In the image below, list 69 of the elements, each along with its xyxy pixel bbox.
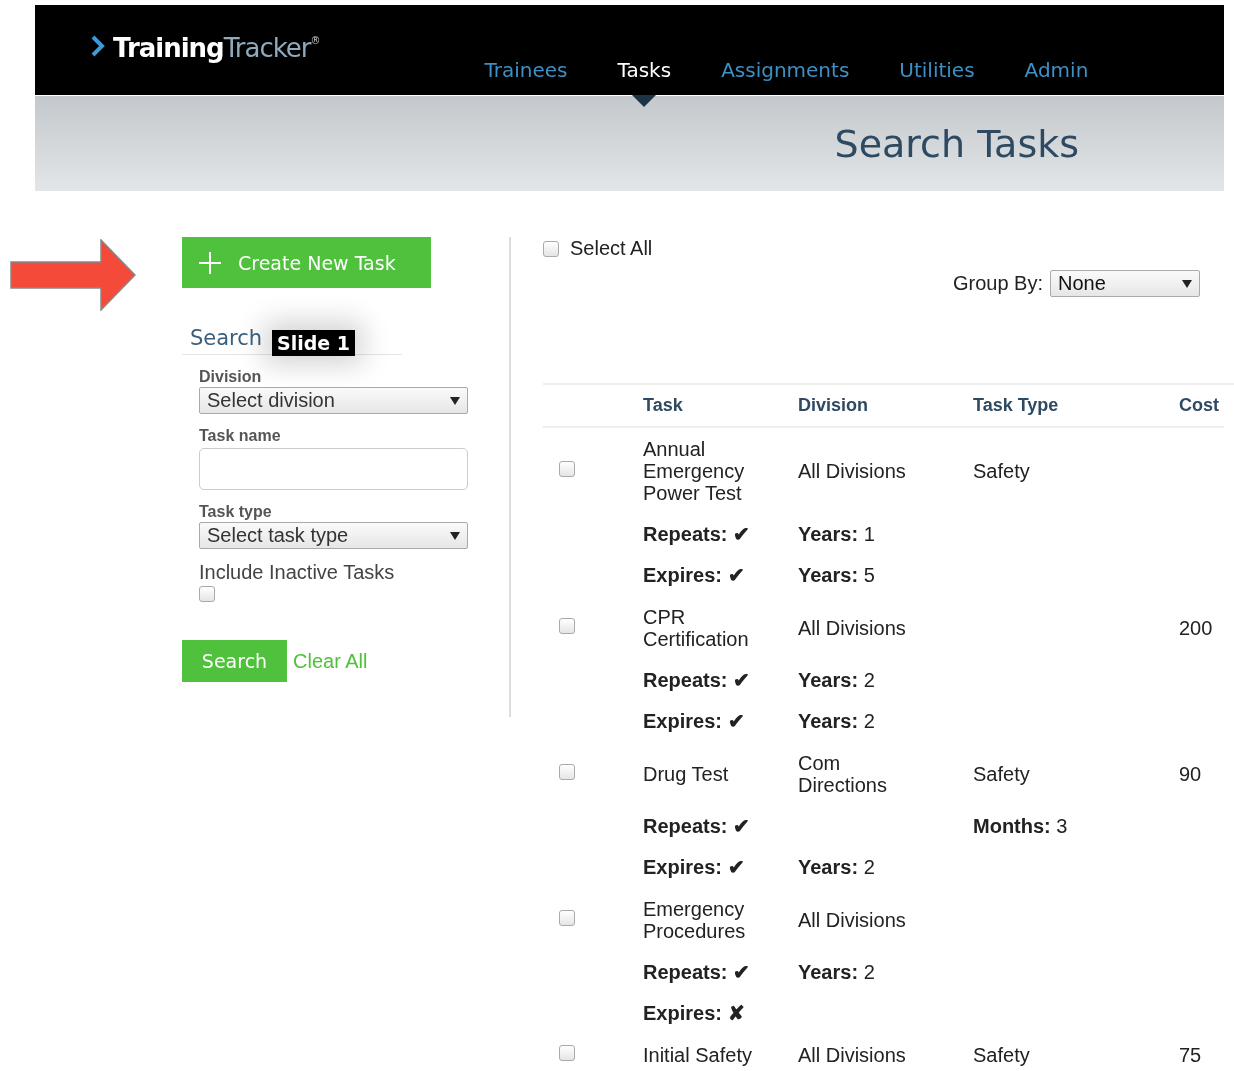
caret-icon — [1182, 279, 1192, 288]
logo-text: Training — [113, 33, 224, 63]
select-field[interactable]: Select division — [199, 387, 468, 414]
detail-text: Expires: ✘ — [643, 1001, 746, 1026]
table-cell-text: All Divisions — [798, 908, 907, 933]
column-header[interactable]: Task — [643, 385, 798, 428]
detail-text: Expires: ✔ — [643, 563, 746, 588]
search-heading: Search — [190, 326, 263, 350]
interval-text: Years: 2 — [798, 668, 876, 693]
tooltip: Slide 1 — [272, 330, 356, 356]
interval-text: Months: 3 — [973, 814, 1069, 839]
registered-mark: ® — [310, 35, 320, 46]
detail-text: Expires: ✔ — [643, 855, 746, 880]
table-cell-text: Safety — [973, 762, 1031, 787]
logo-text: Tracker — [223, 33, 311, 63]
field-label: Task type — [199, 502, 273, 522]
column-header[interactable]: Cost — [1179, 385, 1224, 428]
nav-tab[interactable]: Utilities — [874, 58, 1000, 82]
detail-text: Repeats: ✔ — [643, 814, 752, 839]
interval-text: Years: 2 — [798, 960, 876, 985]
select-all-label: Select All — [570, 237, 653, 260]
caret-icon — [450, 396, 460, 405]
table-cell-text: All Divisions — [798, 459, 907, 484]
interval-text: Years: 2 — [798, 709, 876, 734]
checkbox[interactable] — [559, 461, 575, 477]
detail-text: Repeats: ✔ — [643, 960, 752, 985]
checkbox[interactable] — [559, 618, 575, 634]
input-field[interactable] — [199, 448, 468, 490]
plus-icon — [198, 250, 222, 275]
field-label: Division — [199, 367, 263, 387]
pointer-icon — [632, 95, 657, 107]
nav-tab[interactable]: Admin — [999, 58, 1114, 82]
table-cell-text: 200 — [1179, 616, 1214, 641]
nav-tab[interactable]: Tasks — [592, 58, 697, 82]
table-cell-text: 90 — [1179, 762, 1203, 787]
field-label: Include Inactive Tasks — [199, 561, 396, 584]
table-cell-text: All Divisions — [798, 616, 907, 641]
table-cell-text: Com Directions — [798, 751, 888, 798]
nav-tab[interactable]: Trainees — [459, 58, 593, 82]
table-cell-text: Safety — [973, 459, 1031, 484]
table-cell-text: Safety — [973, 1043, 1031, 1068]
checkbox[interactable] — [559, 1045, 575, 1061]
interval-text: Years: 1 — [798, 522, 876, 547]
detail-text: Repeats: ✔ — [643, 668, 752, 693]
column-header[interactable]: Division — [798, 385, 973, 428]
table-cell-text: Initial Safety — [643, 1043, 753, 1068]
group-by-select[interactable]: None — [1050, 270, 1200, 297]
table-cell-text: CPR Certification — [643, 605, 750, 652]
nav-tab[interactable]: Assignments — [696, 58, 875, 82]
checkbox[interactable] — [559, 910, 575, 926]
chevron-icon — [91, 35, 105, 57]
interval-text: Years: 5 — [798, 563, 876, 588]
detail-text: Expires: ✔ — [643, 709, 746, 734]
table-cell-text: Emergency Procedures — [643, 897, 747, 944]
interval-text: Years: 2 — [798, 855, 876, 880]
select-field[interactable]: Select task type — [199, 522, 468, 549]
table-cell-text: Annual Emergency Power Test — [643, 437, 746, 506]
group-by-label: Group By: — [952, 272, 1043, 295]
detail-text: Repeats: ✔ — [643, 522, 752, 547]
checkbox[interactable] — [199, 586, 215, 602]
table-cell-text: Drug Test — [643, 762, 730, 787]
checkbox[interactable] — [559, 764, 575, 780]
table-cell-text: All Divisions — [798, 1043, 907, 1068]
page-title: Search Tasks — [834, 121, 1079, 166]
field-label: Task name — [199, 426, 282, 446]
table-cell-text: 75 — [1179, 1043, 1203, 1068]
checkbox[interactable] — [543, 240, 559, 257]
caret-icon — [450, 531, 460, 540]
column-header[interactable]: Task Type — [973, 385, 1179, 428]
